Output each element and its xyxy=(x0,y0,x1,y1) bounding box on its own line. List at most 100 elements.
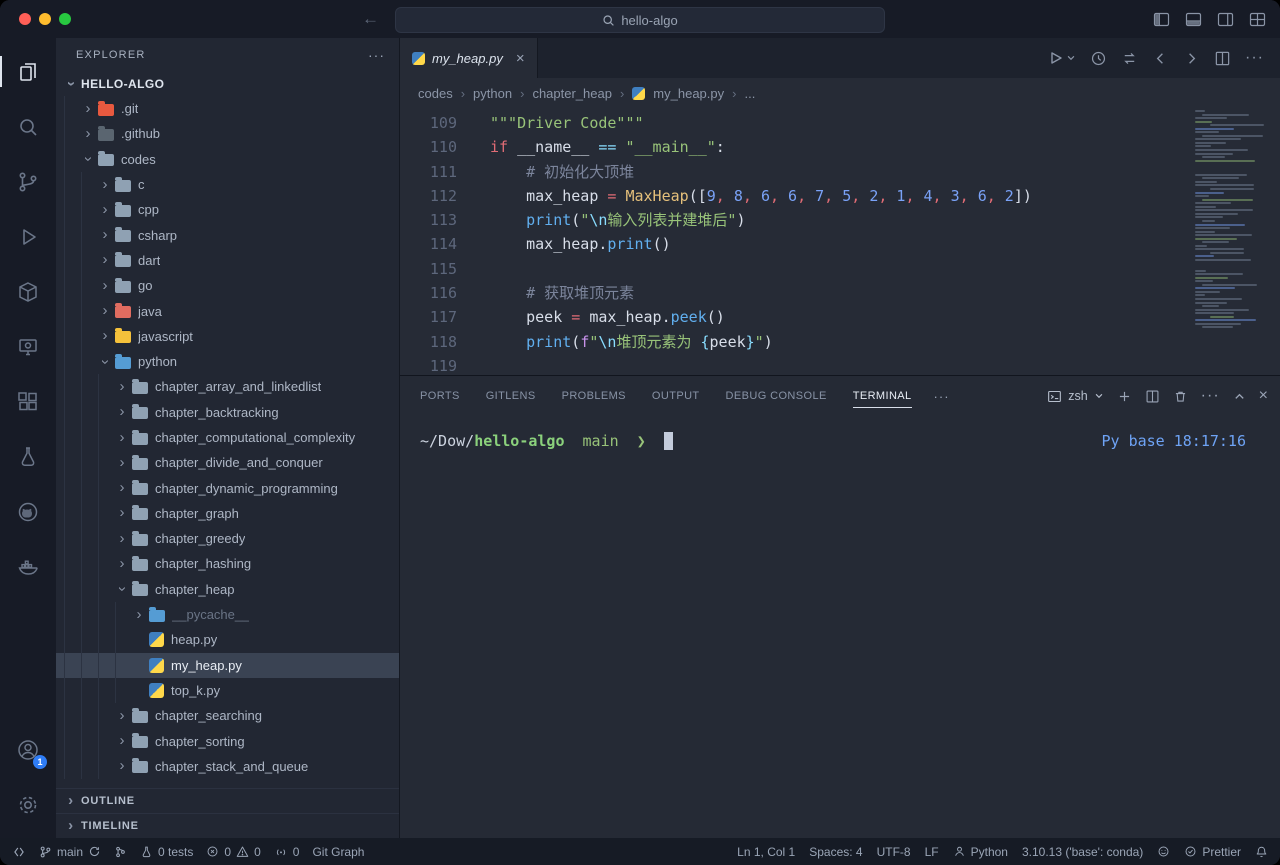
tree-folder-__pycache__[interactable]: ›__pycache__ xyxy=(56,602,399,627)
settings-gear-icon[interactable] xyxy=(0,777,56,832)
open-changes-icon[interactable] xyxy=(1121,50,1138,67)
code-line[interactable]: 115 xyxy=(400,257,1280,281)
extensions-icon[interactable] xyxy=(0,374,56,429)
split-terminal-icon[interactable] xyxy=(1145,389,1160,404)
tree-folder-chapter_backtracking[interactable]: ›chapter_backtracking xyxy=(56,400,399,425)
tab-my-heap-py[interactable]: my_heap.py × xyxy=(400,38,538,78)
accounts-icon[interactable]: 1 xyxy=(0,722,56,777)
tree-file-heap.py[interactable]: heap.py xyxy=(56,627,399,652)
toggle-sidebar-icon[interactable] xyxy=(1153,11,1170,28)
notifications-bell-icon[interactable] xyxy=(1255,845,1268,859)
panel-tab-gitlens[interactable]: GITLENS xyxy=(486,376,536,416)
feedback-smiley-icon[interactable] xyxy=(1157,845,1170,858)
tree-file-my_heap.py[interactable]: my_heap.py xyxy=(56,653,399,678)
toggle-panel-icon[interactable] xyxy=(1185,11,1202,28)
run-and-debug-icon[interactable] xyxy=(0,209,56,264)
github-icon[interactable] xyxy=(0,484,56,539)
tree-folder-javascript[interactable]: ›javascript xyxy=(56,324,399,349)
minimize-window-button[interactable] xyxy=(39,13,51,25)
panel-tab-output[interactable]: OUTPUT xyxy=(652,376,700,416)
git-branch-status[interactable]: main xyxy=(39,845,101,859)
back-arrow-icon[interactable]: ← xyxy=(362,9,379,29)
code-line[interactable]: 113 print("\n输入列表并建堆后") xyxy=(400,208,1280,232)
tree-folder-cpp[interactable]: ›cpp xyxy=(56,197,399,222)
tree-folder-chapter_heap[interactable]: ›chapter_heap xyxy=(56,577,399,602)
previous-change-icon[interactable] xyxy=(1152,50,1169,67)
tree-folder-csharp[interactable]: ›csharp xyxy=(56,222,399,247)
tree-folder-chapter_dynamic_programming[interactable]: ›chapter_dynamic_programming xyxy=(56,475,399,500)
breadcrumb-python[interactable]: python xyxy=(473,86,512,101)
eol-status[interactable]: LF xyxy=(925,845,939,859)
breadcrumb-file[interactable]: my_heap.py xyxy=(653,86,724,101)
new-terminal-icon[interactable] xyxy=(1117,389,1132,404)
code-line[interactable]: 118 print(f"\n堆顶元素为 {peek}") xyxy=(400,330,1280,354)
code-line[interactable]: 112 max_heap = MaxHeap([9, 8, 6, 6, 7, 5… xyxy=(400,184,1280,208)
git-graph-button[interactable]: Git Graph xyxy=(312,845,364,859)
test-beaker-icon[interactable] xyxy=(0,429,56,484)
maximize-panel-icon[interactable] xyxy=(1233,390,1246,403)
ports-status[interactable]: 0 xyxy=(274,845,300,859)
timeline-section[interactable]: › TIMELINE xyxy=(56,813,399,838)
code-line[interactable]: 110if __name__ == "__main__": xyxy=(400,135,1280,159)
tree-folder-chapter_searching[interactable]: ›chapter_searching xyxy=(56,703,399,728)
minimap[interactable] xyxy=(1192,108,1270,330)
tree-folder-chapter_divide_and_conquer[interactable]: ›chapter_divide_and_conquer xyxy=(56,450,399,475)
code-line[interactable]: 119 xyxy=(400,354,1280,375)
tree-folder-.git[interactable]: ›.git xyxy=(56,96,399,121)
tree-folder-chapter_sorting[interactable]: ›chapter_sorting xyxy=(56,728,399,753)
panel-tab-problems[interactable]: PROBLEMS xyxy=(562,376,626,416)
tree-folder-chapter_stack_and_queue[interactable]: ›chapter_stack_and_queue xyxy=(56,754,399,779)
code-line[interactable]: 114 max_heap.print() xyxy=(400,232,1280,256)
docker-icon[interactable] xyxy=(0,539,56,594)
close-panel-icon[interactable]: × xyxy=(1259,387,1268,405)
tree-folder-chapter_graph[interactable]: ›chapter_graph xyxy=(56,501,399,526)
tree-folder-go[interactable]: ›go xyxy=(56,273,399,298)
code-line[interactable]: 116 # 获取堆顶元素 xyxy=(400,281,1280,305)
tree-folder-chapter_hashing[interactable]: ›chapter_hashing xyxy=(56,551,399,576)
panel-tab-debug-console[interactable]: DEBUG CONSOLE xyxy=(726,376,827,416)
source-control-icon[interactable] xyxy=(0,154,56,209)
code-line[interactable]: 109"""Driver Code""" xyxy=(400,111,1280,135)
remote-explorer-icon[interactable] xyxy=(0,319,56,374)
close-tab-icon[interactable]: × xyxy=(516,50,525,67)
package-icon[interactable] xyxy=(0,264,56,319)
toggle-secondary-sidebar-icon[interactable] xyxy=(1217,11,1234,28)
customize-layout-icon[interactable] xyxy=(1249,11,1266,28)
tree-folder-chapter_array_and_linkedlist[interactable]: ›chapter_array_and_linkedlist xyxy=(56,374,399,399)
tree-root-hello-algo[interactable]: › HELLO-ALGO xyxy=(56,72,399,96)
search-icon[interactable] xyxy=(0,99,56,154)
tree-folder-chapter_greedy[interactable]: ›chapter_greedy xyxy=(56,526,399,551)
terminal-shell-picker[interactable]: zsh xyxy=(1047,389,1103,404)
indentation-status[interactable]: Spaces: 4 xyxy=(809,845,862,859)
prettier-status[interactable]: Prettier xyxy=(1184,845,1241,859)
tree-folder-c[interactable]: ›c xyxy=(56,172,399,197)
code-editor[interactable]: 109"""Driver Code"""110if __name__ == "_… xyxy=(400,108,1280,375)
timeline-history-icon[interactable] xyxy=(1090,50,1107,67)
editor-more-actions-icon[interactable]: ··· xyxy=(1245,49,1264,67)
run-python-file-button[interactable] xyxy=(1046,49,1076,67)
tree-folder-dart[interactable]: ›dart xyxy=(56,248,399,273)
terminal-view[interactable]: ~/Dow/hello-algo main ❯ Py base 18:17:16 xyxy=(400,416,1280,838)
breadcrumb-symbol-more[interactable]: ... xyxy=(744,86,755,101)
language-mode-status[interactable]: Python xyxy=(953,845,1008,859)
tests-status[interactable]: 0 tests xyxy=(140,845,193,859)
breadcrumb-chapter-heap[interactable]: chapter_heap xyxy=(532,86,612,101)
git-graph-icon[interactable] xyxy=(114,845,127,859)
panel-tab-ports[interactable]: PORTS xyxy=(420,376,460,416)
encoding-status[interactable]: UTF-8 xyxy=(877,845,911,859)
tree-folder-.github[interactable]: ›.github xyxy=(56,121,399,146)
tree-folder-python[interactable]: ›python xyxy=(56,349,399,374)
outline-section[interactable]: › OUTLINE xyxy=(56,788,399,813)
breadcrumb-codes[interactable]: codes xyxy=(418,86,453,101)
tree-folder-codes[interactable]: ›codes xyxy=(56,147,399,172)
next-change-icon[interactable] xyxy=(1183,50,1200,67)
zoom-window-button[interactable] xyxy=(59,13,71,25)
command-center-search[interactable]: hello-algo xyxy=(395,7,885,33)
panel-tab-terminal[interactable]: TERMINAL xyxy=(853,376,912,416)
kill-terminal-trash-icon[interactable] xyxy=(1173,389,1188,404)
remote-indicator[interactable] xyxy=(12,845,26,859)
tree-file-top_k.py[interactable]: top_k.py xyxy=(56,678,399,703)
code-line[interactable]: 117 peek = max_heap.peek() xyxy=(400,305,1280,329)
python-interpreter-status[interactable]: 3.10.13 ('base': conda) xyxy=(1022,845,1143,859)
explorer-more-actions-icon[interactable]: ··· xyxy=(368,47,385,63)
